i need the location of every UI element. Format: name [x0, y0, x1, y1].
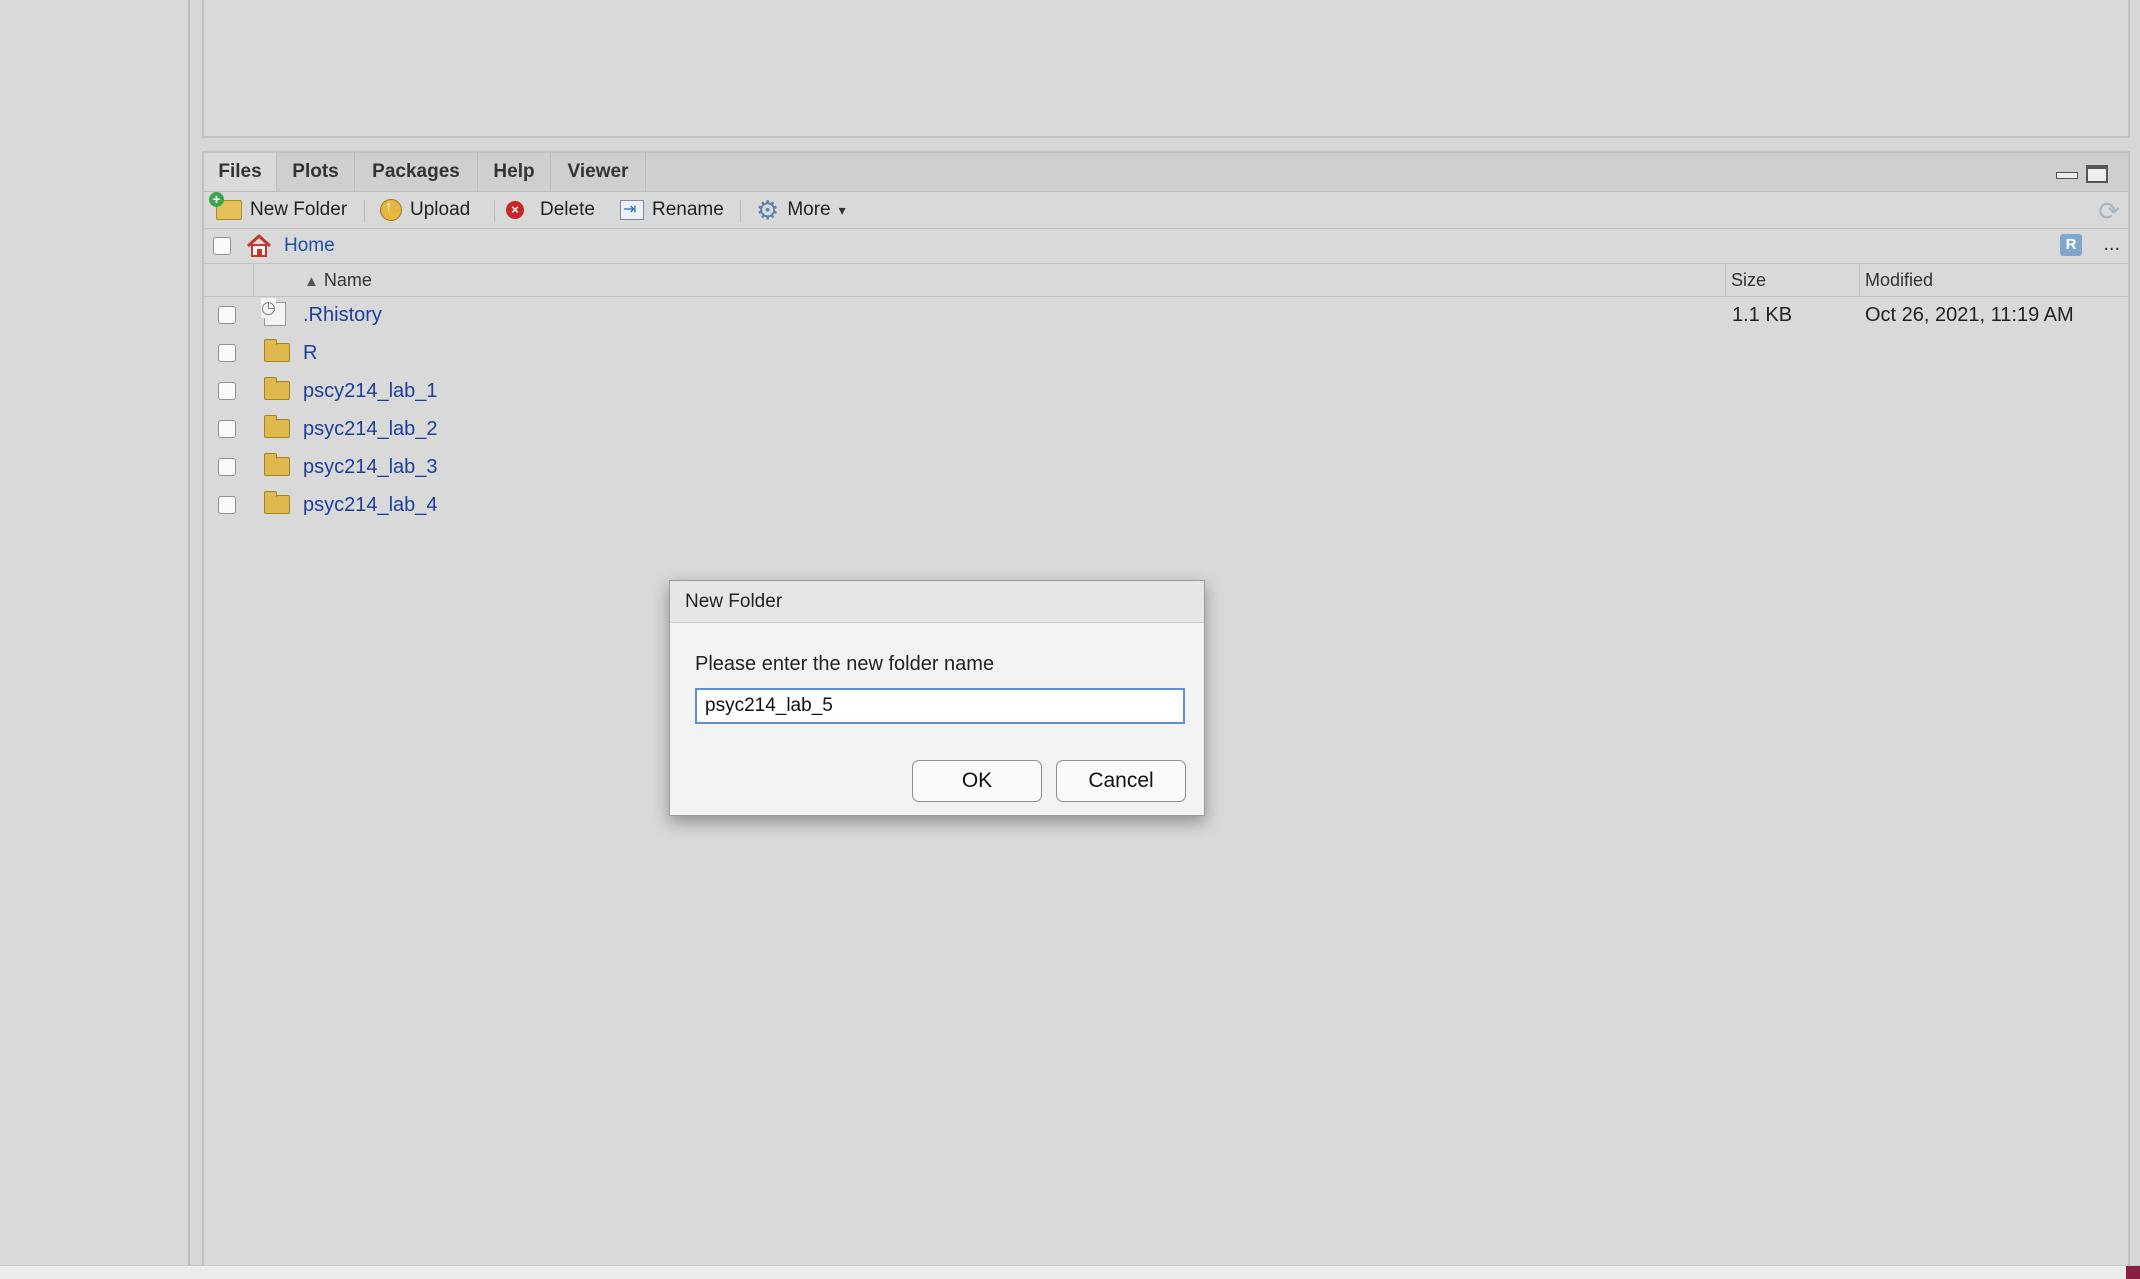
tab-help[interactable]: Help	[478, 153, 551, 191]
select-all-checkbox[interactable]	[213, 237, 231, 255]
table-row: .Rhistory 1.1 KB Oct 26, 2021, 11:19 AM	[204, 296, 2128, 334]
file-name-link[interactable]: psyc214_lab_4	[303, 486, 438, 524]
folder-icon	[264, 491, 290, 514]
tab-files[interactable]: Files	[204, 153, 277, 191]
chevron-down-icon: ▾	[838, 201, 846, 218]
size-column-header[interactable]: Size	[1731, 264, 1766, 296]
row-checkbox[interactable]	[218, 344, 236, 362]
file-name-link[interactable]: pscy214_lab_1	[303, 372, 438, 410]
file-size: 1.1 KB	[1732, 304, 1793, 326]
toolbar-divider	[740, 200, 741, 222]
new-folder-icon	[209, 192, 242, 220]
sort-ascending-icon: ▲	[304, 273, 319, 290]
column-divider	[1859, 264, 1860, 296]
home-icon[interactable]	[246, 234, 272, 258]
table-row: psyc214_lab_4	[204, 486, 2128, 524]
column-divider	[253, 264, 254, 296]
rename-icon	[620, 199, 644, 220]
new-folder-label: New Folder	[250, 199, 348, 220]
folder-icon	[264, 453, 290, 476]
file-name-link[interactable]: R	[303, 334, 317, 372]
maximize-icon[interactable]	[2086, 165, 2108, 183]
delete-icon: ×	[506, 201, 524, 219]
row-checkbox[interactable]	[218, 496, 236, 514]
folder-name-input[interactable]	[695, 688, 1185, 724]
r-project-icon[interactable]: R	[2060, 234, 2082, 256]
more-label: More	[787, 199, 831, 220]
ok-button[interactable]: OK	[912, 760, 1042, 802]
rename-button[interactable]: Rename	[620, 192, 724, 228]
row-checkbox[interactable]	[218, 306, 236, 324]
status-strip	[0, 1265, 2140, 1279]
rename-label: Rename	[652, 199, 724, 220]
tab-plots[interactable]: Plots	[277, 153, 355, 191]
pane-tabbar: Files Plots Packages Help Viewer	[204, 153, 2128, 192]
tab-packages[interactable]: Packages	[355, 153, 478, 191]
gear-icon: ⚙	[756, 195, 780, 225]
upload-icon	[380, 198, 402, 221]
file-table-header: ▲ Name Size Modified	[204, 264, 2128, 297]
table-row: psyc214_lab_2	[204, 410, 2128, 448]
new-folder-button[interactable]: New Folder	[209, 192, 348, 228]
path-more-button[interactable]: ...	[2103, 229, 2120, 259]
file-modified: Oct 26, 2021, 11:19 AM	[1865, 304, 2074, 326]
table-row: R	[204, 334, 2128, 372]
pane-window-controls	[2056, 165, 2108, 183]
toolbar-divider	[364, 200, 365, 222]
new-folder-dialog: New Folder Please enter the new folder n…	[669, 580, 1205, 816]
history-file-icon	[261, 298, 286, 326]
breadcrumb-home-link[interactable]: Home	[284, 229, 335, 263]
refresh-icon[interactable]: ⟳	[2098, 196, 2120, 227]
file-name-link[interactable]: psyc214_lab_2	[303, 410, 438, 448]
column-divider	[1725, 264, 1726, 296]
folder-icon	[264, 415, 290, 438]
tab-viewer[interactable]: Viewer	[551, 153, 646, 191]
table-row: pscy214_lab_1	[204, 372, 2128, 410]
folder-icon	[264, 339, 290, 362]
files-toolbar: New Folder Upload × Delete Rename ⚙ More…	[204, 192, 2128, 229]
toolbar-divider	[494, 200, 495, 222]
dialog-prompt: Please enter the new folder name	[695, 653, 995, 675]
file-name-link[interactable]: .Rhistory	[303, 296, 382, 334]
cancel-button[interactable]: Cancel	[1056, 760, 1186, 802]
modified-column-header[interactable]: Modified	[1865, 264, 1933, 296]
name-column-header[interactable]: ▲ Name	[304, 264, 372, 296]
file-name-link[interactable]: psyc214_lab_3	[303, 448, 438, 486]
dialog-title: New Folder	[670, 581, 1204, 623]
upload-button[interactable]: Upload	[380, 192, 470, 228]
row-checkbox[interactable]	[218, 382, 236, 400]
upload-label: Upload	[410, 199, 471, 220]
breadcrumb: Home R ...	[204, 229, 2128, 264]
source-pane	[202, 0, 2130, 138]
resize-corner	[2126, 1266, 2140, 1279]
row-checkbox[interactable]	[218, 420, 236, 438]
table-row: psyc214_lab_3	[204, 448, 2128, 486]
delete-button[interactable]: × Delete	[506, 192, 595, 228]
minimize-icon[interactable]	[2056, 165, 2078, 181]
left-pane	[0, 0, 190, 1265]
folder-icon	[264, 377, 290, 400]
more-button[interactable]: ⚙ More ▾	[756, 192, 846, 228]
row-checkbox[interactable]	[218, 458, 236, 476]
name-column-label: Name	[323, 270, 372, 290]
delete-label: Delete	[540, 199, 595, 220]
